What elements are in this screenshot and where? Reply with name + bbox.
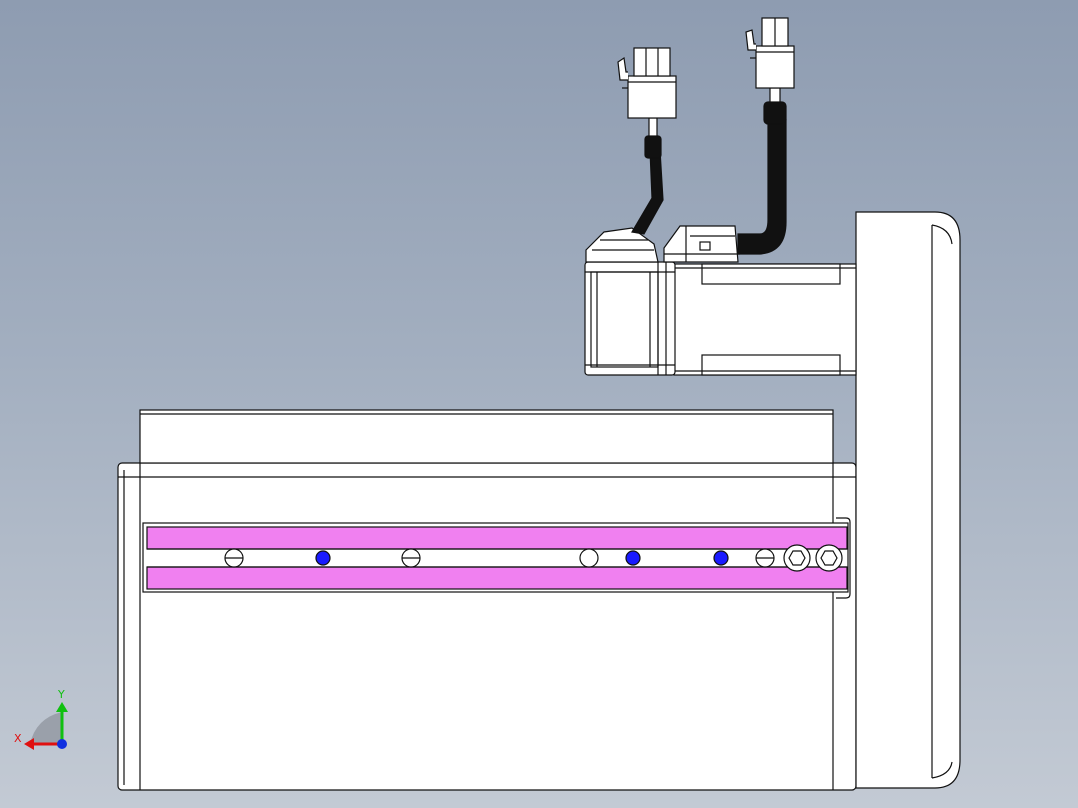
left-cable-gland <box>585 227 659 263</box>
actuator-model[interactable] <box>117 17 961 791</box>
motor-body <box>673 263 857 376</box>
cad-viewport[interactable]: Y X <box>0 0 1078 808</box>
screw-hole <box>224 548 244 568</box>
screw-hole <box>755 548 775 568</box>
screw-hole <box>401 548 421 568</box>
triad-plane-shading <box>30 712 62 744</box>
encoder-cable <box>737 87 787 255</box>
open-hole <box>579 548 599 568</box>
y-axis-arrowhead <box>56 702 68 712</box>
hex-nut <box>783 544 811 572</box>
blue-hole <box>625 550 641 566</box>
x-axis-arrowhead <box>24 738 34 750</box>
power-plug-connector <box>617 47 677 119</box>
right-cable-gland <box>663 225 740 263</box>
power-cable <box>631 117 664 235</box>
blue-hole <box>713 550 729 566</box>
encoder-plug-connector <box>745 17 795 89</box>
guide-slot <box>142 517 851 599</box>
end-plate <box>855 211 961 789</box>
orientation-triad[interactable]: Y X <box>14 688 68 750</box>
z-axis-dot <box>57 739 67 749</box>
carriage-block <box>139 409 834 464</box>
x-axis-label: X <box>14 732 22 745</box>
base-body <box>117 462 857 791</box>
y-axis-label: Y <box>57 688 65 701</box>
motor-encoder-cap <box>584 261 676 376</box>
blue-hole <box>315 550 331 566</box>
hex-nut <box>815 544 843 572</box>
